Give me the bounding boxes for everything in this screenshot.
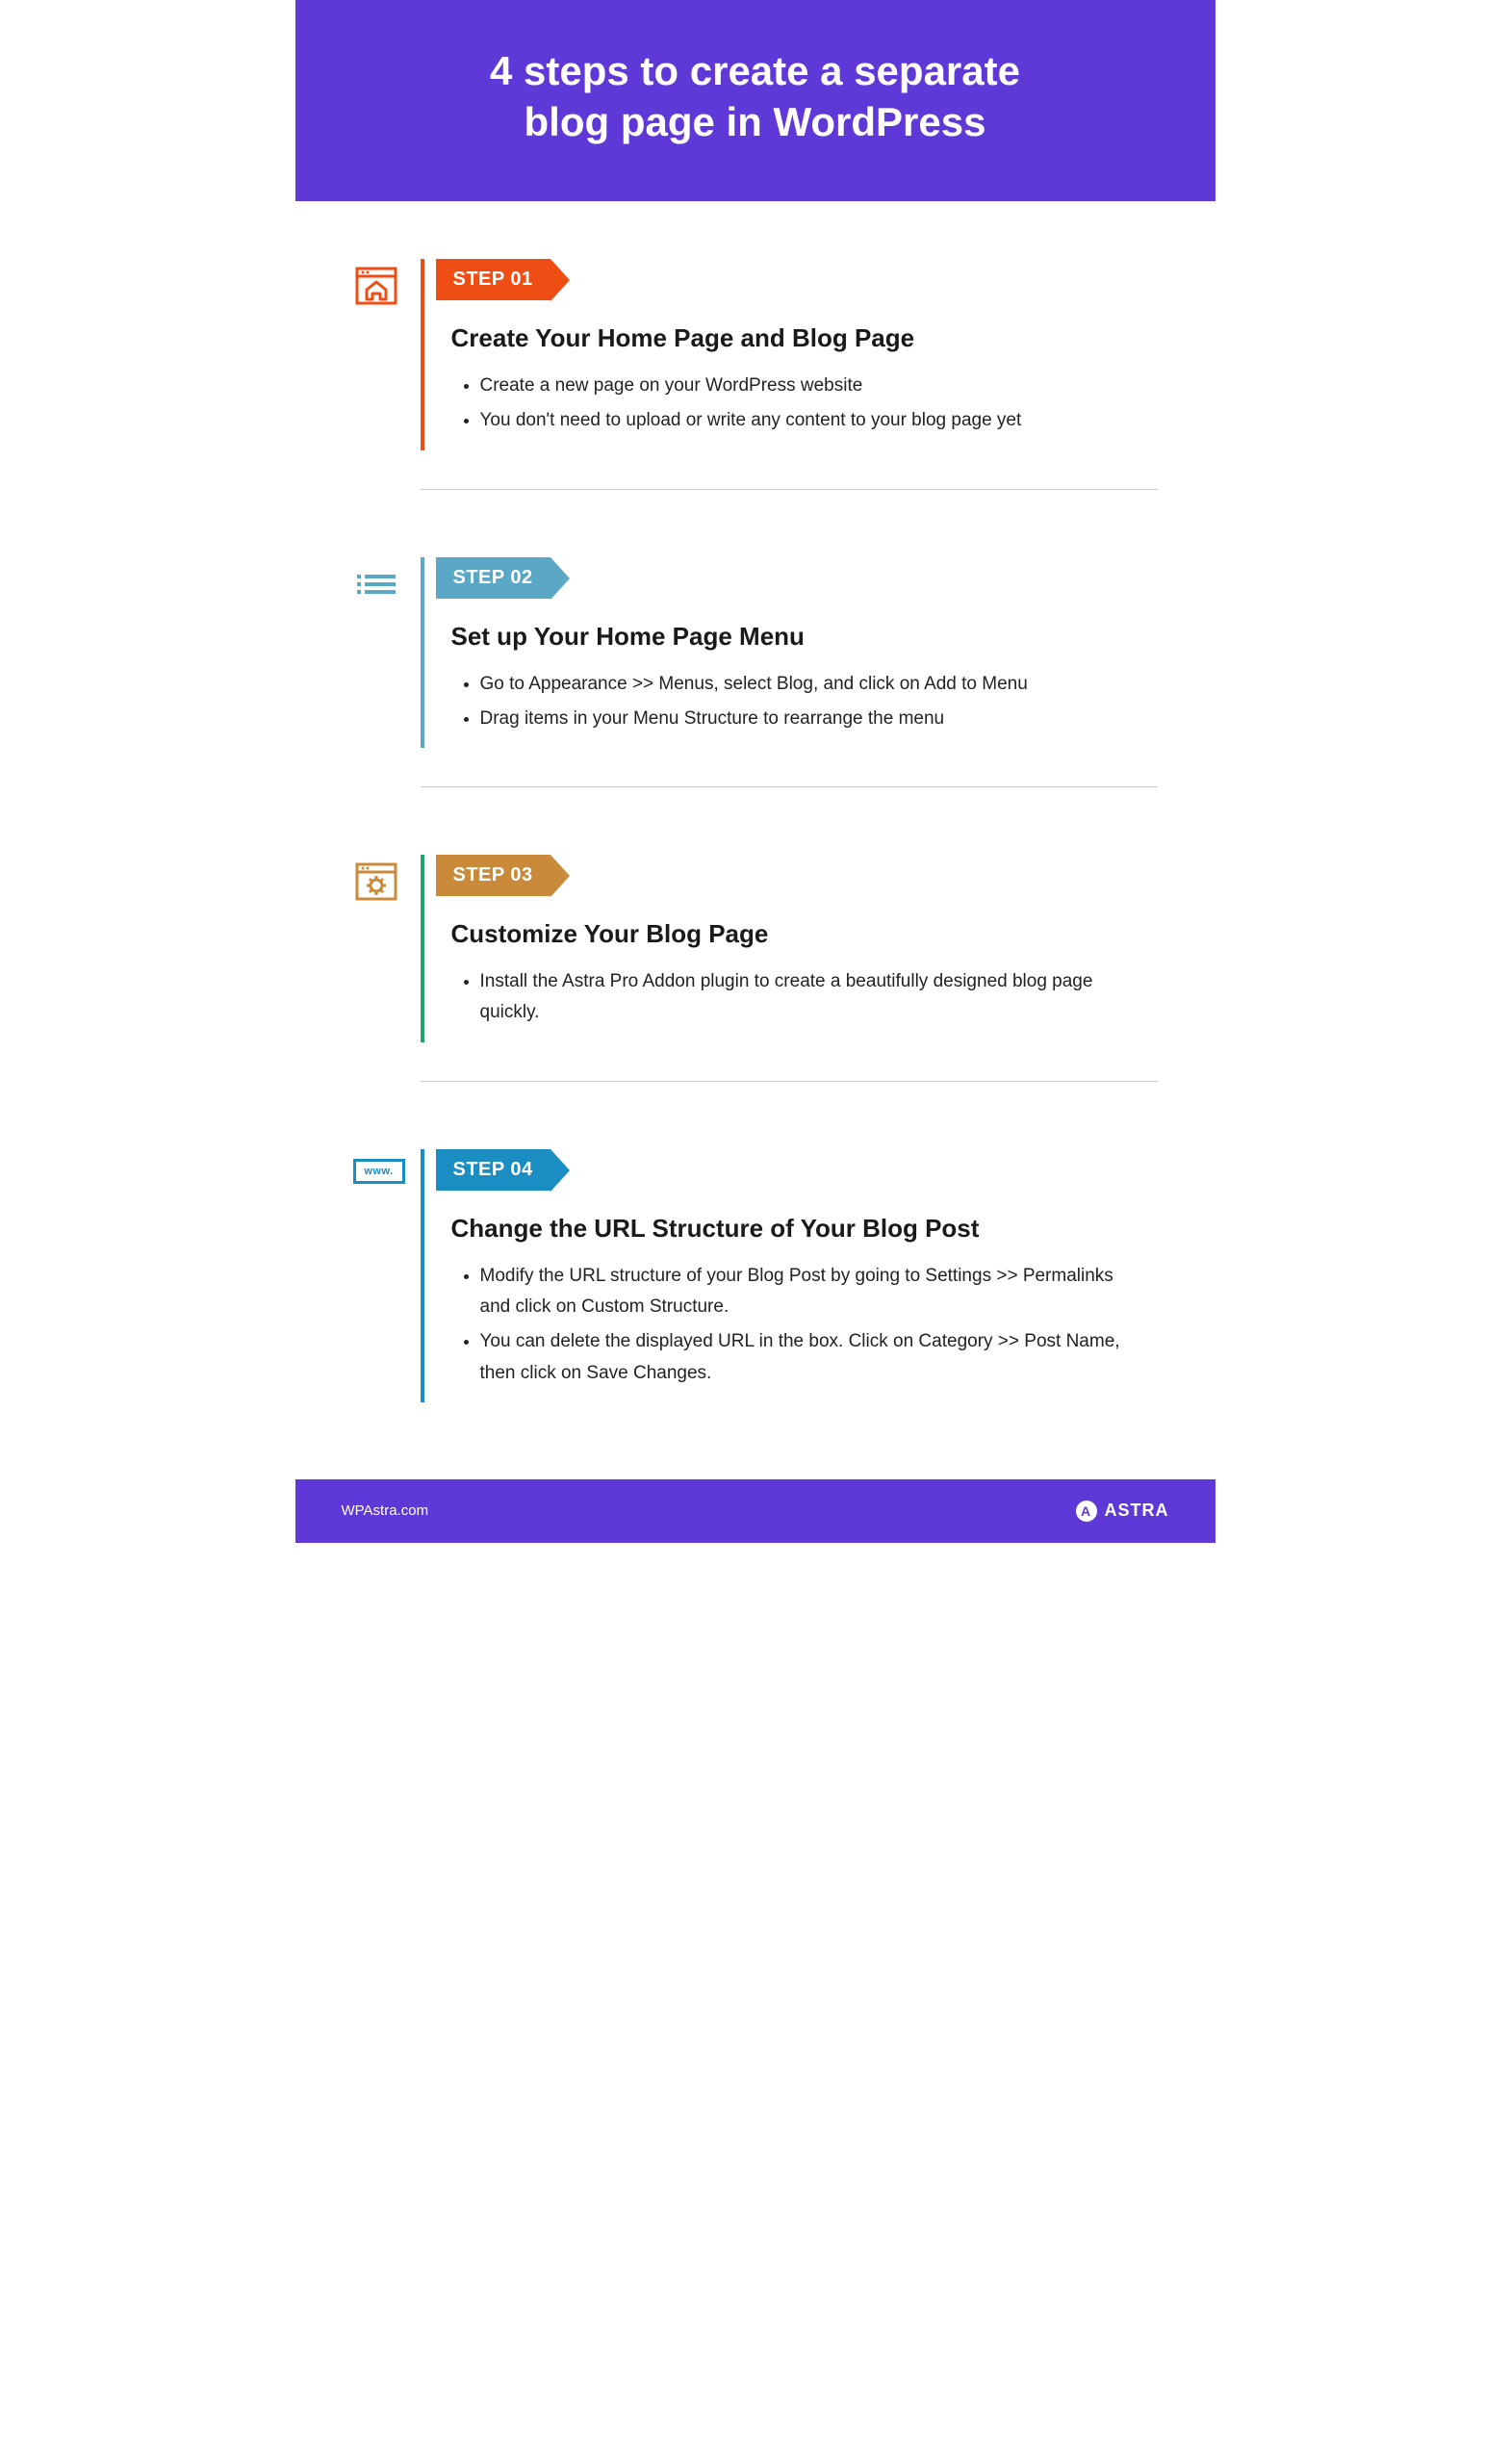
astra-logo-icon: A: [1076, 1501, 1097, 1522]
list-item: You can delete the displayed URL in the …: [480, 1326, 1158, 1389]
step-3-body: STEP 03 Customize Your Blog Page Install…: [421, 855, 1158, 1042]
page-title: 4 steps to create a separate blog page i…: [334, 46, 1177, 147]
step-4: www. STEP 04 Change the URL Structure of…: [353, 1149, 1158, 1402]
step-2-heading: Set up Your Home Page Menu: [451, 622, 1158, 652]
divider: [421, 1081, 1158, 1082]
step-4-bullets: Modify the URL structure of your Blog Po…: [480, 1261, 1158, 1389]
step-2-icon-col: [353, 557, 421, 749]
list-item: Create a new page on your WordPress webs…: [480, 371, 1158, 401]
divider: [421, 489, 1158, 490]
list-item: You don't need to upload or write any co…: [480, 405, 1158, 436]
step-3-badge: STEP 03: [436, 855, 550, 896]
divider: [421, 786, 1158, 787]
step-1-badge: STEP 01: [436, 259, 550, 300]
step-4-badge: STEP 04: [436, 1149, 550, 1191]
step-4-heading: Change the URL Structure of Your Blog Po…: [451, 1214, 1158, 1244]
step-1-icon-col: [353, 259, 421, 450]
brand-text: ASTRA: [1105, 1501, 1169, 1521]
list-item: Modify the URL structure of your Blog Po…: [480, 1261, 1158, 1323]
step-3: STEP 03 Customize Your Blog Page Install…: [353, 855, 1158, 1042]
list-item: Install the Astra Pro Addon plugin to cr…: [480, 966, 1158, 1029]
step-1-body: STEP 01 Create Your Home Page and Blog P…: [421, 259, 1158, 450]
step-2-body: STEP 02 Set up Your Home Page Menu Go to…: [421, 557, 1158, 749]
step-2-bullets: Go to Appearance >> Menus, select Blog, …: [480, 669, 1158, 735]
step-1-bullets: Create a new page on your WordPress webs…: [480, 371, 1158, 437]
step-3-bullets: Install the Astra Pro Addon plugin to cr…: [480, 966, 1158, 1029]
home-browser-icon: [353, 263, 399, 309]
header-banner: 4 steps to create a separate blog page i…: [295, 0, 1216, 201]
step-2-badge: STEP 02: [436, 557, 550, 599]
footer-brand: A ASTRA: [1076, 1501, 1169, 1522]
step-2: STEP 02 Set up Your Home Page Menu Go to…: [353, 557, 1158, 749]
step-3-heading: Customize Your Blog Page: [451, 919, 1158, 949]
list-item: Drag items in your Menu Structure to rea…: [480, 704, 1158, 734]
step-3-icon-col: [353, 855, 421, 1042]
menu-lines-icon: [353, 561, 399, 607]
step-4-icon-col: www.: [353, 1149, 421, 1402]
step-1: STEP 01 Create Your Home Page and Blog P…: [353, 259, 1158, 450]
title-line-1: 4 steps to create a separate: [490, 48, 1020, 93]
step-1-heading: Create Your Home Page and Blog Page: [451, 323, 1158, 353]
www-icon: www.: [353, 1159, 405, 1184]
steps-container: STEP 01 Create Your Home Page and Blog P…: [295, 201, 1216, 1479]
list-item: Go to Appearance >> Menus, select Blog, …: [480, 669, 1158, 700]
footer-site: WPAstra.com: [342, 1502, 429, 1519]
footer: WPAstra.com A ASTRA: [295, 1479, 1216, 1543]
title-line-2: blog page in WordPress: [525, 99, 986, 144]
gear-browser-icon: [353, 859, 399, 905]
step-4-body: STEP 04 Change the URL Structure of Your…: [421, 1149, 1158, 1402]
